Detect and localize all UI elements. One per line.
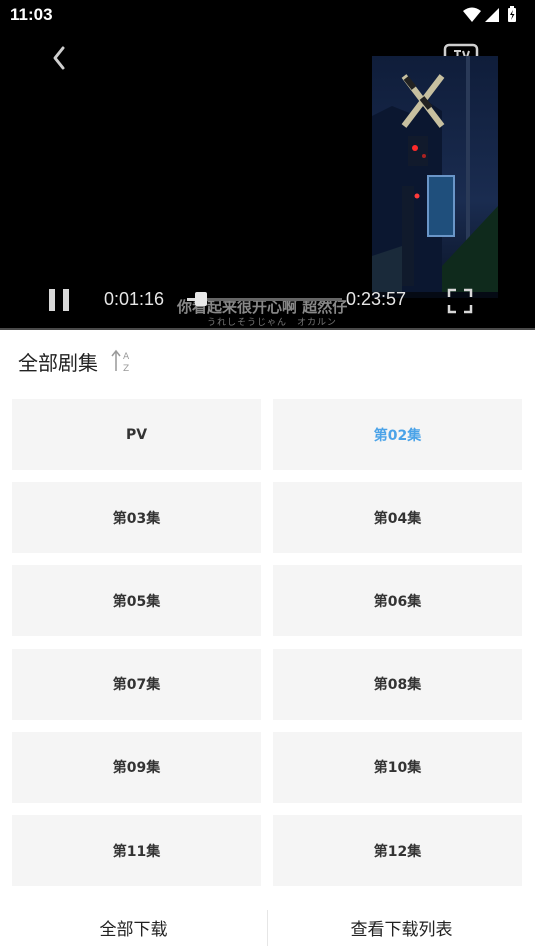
status-icons <box>463 6 516 22</box>
total-time: 0:23:57 <box>346 289 407 309</box>
episode-button[interactable]: 第08集 <box>273 648 522 720</box>
episode-button[interactable]: 第02集 <box>273 399 522 470</box>
episode-button[interactable]: 第10集 <box>273 731 522 803</box>
view-downloads-button[interactable]: 查看下载列表 <box>268 905 535 949</box>
episode-button[interactable]: 第03集 <box>12 482 261 554</box>
chevron-left-icon[interactable] <box>46 43 72 73</box>
panel-title: 全部剧集 <box>18 351 98 375</box>
download-all-button[interactable]: 全部下载 <box>0 905 267 949</box>
episode-button[interactable]: 第05集 <box>12 565 261 637</box>
episode-button[interactable]: PV <box>12 399 261 470</box>
seek-bar-progress <box>187 298 196 301</box>
video-frame <box>372 56 498 298</box>
episode-button[interactable]: 第09集 <box>12 731 261 803</box>
episode-button[interactable]: 第06集 <box>273 565 522 637</box>
wifi-icon <box>463 7 481 22</box>
episode-button[interactable]: 第04集 <box>273 482 522 554</box>
svg-text:Z: Z <box>123 364 129 373</box>
pause-icon[interactable] <box>46 287 72 313</box>
status-time: 11:03 <box>10 5 53 24</box>
episode-button[interactable]: 第11集 <box>12 815 261 886</box>
fullscreen-icon[interactable] <box>447 288 473 314</box>
episode-button[interactable]: 第07集 <box>12 648 261 720</box>
seek-bar[interactable] <box>187 298 342 301</box>
svg-text:A: A <box>123 352 130 362</box>
episode-button[interactable]: 第12集 <box>273 815 522 886</box>
battery-icon <box>508 6 516 22</box>
video-player[interactable]: 11:03 你看起来很开心啊 超然仔 うれしそうじゃん オカルン 0:01:16… <box>0 0 535 330</box>
subtitle-original-text: うれしそうじゃん オカルン <box>207 318 337 328</box>
current-time: 0:01:16 <box>104 289 165 309</box>
signal-icon <box>485 8 499 22</box>
seek-thumb[interactable] <box>195 292 207 306</box>
sort-az-icon[interactable]: A Z <box>111 349 133 373</box>
player-bottom-edge <box>0 328 535 330</box>
